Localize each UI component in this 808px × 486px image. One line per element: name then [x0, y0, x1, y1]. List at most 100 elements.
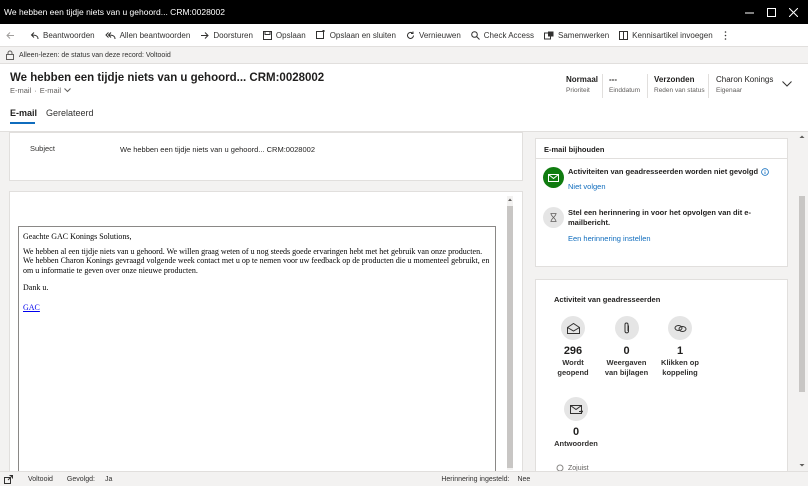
header-field-due-date: --- Einddatum [609, 75, 640, 94]
record-title: We hebben een tijdje niets van u gehoord… [10, 72, 325, 84]
owner-link[interactable]: Charon Konings [716, 75, 773, 84]
reply-all-label: Allen beantwoorden [119, 30, 191, 40]
back-button[interactable] [0, 24, 25, 47]
readonly-notification: Alleen-lezen: de status van deze record:… [0, 47, 808, 64]
stat-opened: 296 Wordt geopend [554, 316, 592, 378]
collaborate-icon [544, 31, 554, 39]
save-button[interactable]: Opslaan [258, 24, 311, 47]
email-thanks: Dank u. [23, 283, 49, 292]
divider [708, 74, 709, 98]
body-scrollbar[interactable] [507, 196, 513, 470]
due-date-value: --- [609, 75, 617, 84]
back-arrow-icon [6, 31, 14, 39]
forward-label: Doorsturen [213, 30, 253, 40]
reply-all-icon [104, 31, 116, 39]
save-close-label: Opslaan en sluiten [329, 30, 396, 40]
header-field-owner: Charon Konings Eigenaar [716, 75, 773, 94]
expand-header-button[interactable] [782, 80, 792, 89]
divider [602, 74, 603, 98]
main-scrollbar[interactable] [798, 132, 806, 471]
email-signature-link[interactable]: GAC [23, 303, 491, 313]
close-window-button[interactable] [782, 0, 804, 24]
forward-button[interactable]: Doorsturen [195, 24, 258, 47]
check-access-button[interactable]: Check Access [466, 24, 539, 47]
link-clicks-label: Klikken op koppeling [661, 358, 699, 377]
envelope-open-icon [561, 316, 585, 340]
info-icon[interactable] [761, 167, 769, 176]
minimize-icon [744, 12, 754, 13]
open-in-new-window-icon[interactable] [4, 474, 13, 484]
insert-kb-article-button[interactable]: Kennisartikel invoegen [614, 24, 718, 47]
reply-button[interactable]: Beantwoorden [25, 24, 100, 47]
opened-label: Wordt geopend [557, 358, 589, 377]
insert-kb-article-label: Kennisartikel invoegen [632, 30, 713, 40]
refresh-icon [406, 31, 414, 39]
reply-all-button[interactable]: Allen beantwoorden [100, 24, 196, 47]
forward-icon [201, 31, 210, 39]
divider [647, 74, 648, 98]
envelope-icon [548, 173, 559, 182]
paperclip-icon [614, 316, 639, 340]
hourglass-icon [550, 213, 557, 222]
subject-value[interactable]: We hebben een tijdje niets van u gehoord… [120, 145, 315, 154]
header-field-priority: Normaal Prioriteit [566, 75, 598, 94]
replies-count: 0 [572, 426, 580, 438]
minimize-button[interactable] [738, 0, 760, 24]
stat-replies: 0 Antwoorden [554, 397, 598, 449]
tab-email[interactable]: E-mail [10, 108, 37, 118]
active-tab-indicator [10, 122, 35, 124]
owner-label: Eigenaar [716, 87, 743, 94]
email-body-section: Geachte GAC Konings Solutions, We hebben… [9, 191, 523, 476]
window-titlebar: We hebben een tijdje niets van u gehoord… [0, 0, 808, 24]
entity-name: E-mail [10, 86, 32, 95]
tab-related[interactable]: Gerelateerd [46, 108, 94, 118]
more-vertical-icon [724, 30, 726, 40]
priority-value: Normaal [566, 75, 599, 84]
save-icon [262, 30, 272, 40]
scroll-up-icon [508, 198, 512, 201]
status-reason-label: Reden van status [654, 87, 705, 94]
set-reminder-link[interactable]: Een herinnering instellen [568, 234, 651, 243]
replies-label: Antwoorden [554, 439, 598, 448]
reminder-icon-circle [543, 207, 564, 228]
status-bar: Voltooid Gevolgd: Ja Herinnering ingeste… [0, 471, 808, 486]
recipient-activity-title: Activiteit van geadresseerden [554, 295, 661, 304]
scroll-up-icon [799, 135, 805, 138]
record-state: Voltooid [28, 475, 53, 483]
dont-follow-link[interactable]: Niet volgen [568, 182, 606, 191]
link-icon [668, 316, 692, 340]
form-selector[interactable]: E-mail [40, 86, 71, 95]
scrollbar-thumb[interactable] [799, 196, 805, 392]
search-icon [470, 30, 480, 40]
maximize-button[interactable] [760, 0, 782, 24]
recipient-activity-section: Activiteit van geadresseerden 296 Wordt … [535, 279, 788, 473]
record-header: We hebben een tijdje niets van u gehoord… [0, 64, 808, 132]
followed-value: Ja [104, 475, 113, 483]
divider [536, 158, 787, 159]
scroll-down-icon [799, 464, 805, 467]
separator: · [34, 86, 37, 95]
reminder-value: Nee [517, 475, 531, 483]
refresh-button[interactable]: Vernieuwen [401, 24, 466, 47]
close-icon [788, 7, 798, 17]
save-close-icon [315, 30, 325, 39]
save-close-button[interactable]: Opslaan en sluiten [311, 24, 401, 47]
reminder-label: Herinnering ingesteld: [441, 475, 510, 483]
chevron-down-icon [782, 81, 792, 87]
reply-label: Beantwoorden [43, 30, 95, 40]
reply-icon [30, 31, 39, 39]
subject-label: Subject [30, 144, 56, 153]
email-paragraph: We hebben al een tijdje niets van u geho… [23, 246, 490, 275]
lock-icon [6, 50, 14, 60]
email-body-viewer[interactable]: Geachte GAC Konings Solutions, We hebben… [18, 226, 496, 476]
refresh-label: Vernieuwen [418, 30, 461, 40]
more-commands-button[interactable] [718, 24, 737, 47]
tracking-title: E-mail bijhouden [544, 145, 605, 154]
stat-link-clicks: 1 Klikken op koppeling [660, 316, 700, 378]
collaborate-button[interactable]: Samenwerken [539, 24, 614, 47]
collaborate-label: Samenwerken [558, 30, 610, 40]
scrollbar-thumb[interactable] [507, 206, 513, 468]
email-greeting: Geachte GAC Konings Solutions, [23, 232, 132, 241]
check-access-label: Check Access [483, 30, 535, 40]
link-clicks-count: 1 [676, 345, 684, 357]
